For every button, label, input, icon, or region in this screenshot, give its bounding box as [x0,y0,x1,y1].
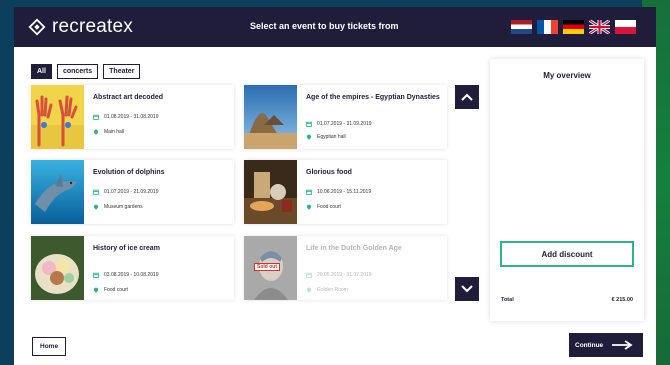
sold-out-badge: Sold out [254,263,280,271]
calendar-icon [93,272,99,278]
event-card-glorious-food[interactable]: Glorious food 10.06.2019 - 15.11.2019 Fo… [244,160,447,224]
logo-text: recreatex [52,16,134,37]
chevron-up-icon [461,93,473,101]
event-location: Egyptian hall [306,134,346,140]
event-location: Main hall [93,129,124,135]
event-location: Museum gardens [93,204,143,210]
filter-all-button[interactable]: All [31,64,52,79]
uk-flag-icon[interactable] [589,20,610,34]
scroll-down-button[interactable] [455,277,479,301]
event-title: Age of the empires - Egyptian Dynasties [306,94,440,101]
event-title: Glorious food [306,169,352,176]
event-date-range: 01.08.2019 - 31.08.2019 [104,114,159,120]
location-pin-icon [306,287,312,293]
event-date-range: 03.08.2019 - 10.08.2019 [104,272,159,278]
dutch-flag-icon[interactable] [511,20,532,34]
event-dates: 03.08.2019 - 10.08.2019 [93,272,159,278]
polish-flag-icon[interactable] [615,20,636,34]
location-pin-icon [306,204,312,210]
event-dates: 01.07.2019 - 21.09.2019 [93,189,159,195]
event-location: Food court [306,204,341,210]
overview-panel: My overview Add discount Total € 215.00 [490,59,644,321]
logo-icon [28,18,46,36]
french-flag-icon[interactable] [537,20,558,34]
arrow-right-icon [612,340,633,350]
german-flag-icon[interactable] [563,20,584,34]
event-image [244,160,297,224]
event-image [244,85,297,149]
location-pin-icon [93,287,99,293]
continue-label: Continue [575,341,604,349]
filter-theater-button[interactable]: Theater [103,64,141,79]
event-image [31,85,84,149]
event-card-dolphins[interactable]: Evolution of dolphins 01.07.2019 - 21.09… [31,160,234,224]
event-title: Abstract art decoded [93,94,164,101]
event-image [31,160,84,224]
event-date-range: 01.07.2019 - 31.09.2019 [317,121,372,127]
event-image [31,236,84,300]
total-label: Total [501,297,514,303]
calendar-icon [306,272,312,278]
location-pin-icon [93,204,99,210]
event-location-label: Golden Room [317,287,348,293]
scroll-up-button[interactable] [455,85,479,109]
home-button[interactable]: Home [32,337,67,356]
event-location-label: Food court [317,204,341,210]
event-location: Golden Room [306,287,348,293]
event-location: Food court [93,287,128,293]
chevron-down-icon [461,285,473,293]
calendar-icon [93,189,99,195]
event-card-abstract-art[interactable]: Abstract art decoded 01.08.2019 - 31.08.… [31,85,234,149]
event-image: Sold out [244,236,297,300]
calendar-icon [306,121,312,127]
event-date-range: 01.07.2019 - 21.09.2019 [104,189,159,195]
language-selector [511,20,636,34]
add-discount-button[interactable]: Add discount [500,241,634,267]
location-pin-icon [306,134,312,140]
overview-title: My overview [543,71,591,80]
event-location-label: Egyptian hall [317,134,346,140]
event-card-egyptian-dynasties[interactable]: Age of the empires - Egyptian Dynasties … [244,85,447,149]
total-value: € 215.00 [611,297,633,303]
page-title: Select an event to buy tickets from [250,21,399,31]
event-location-label: Museum gardens [104,204,143,210]
event-card-ice-cream[interactable]: History of ice cream 03.08.2019 - 10.08.… [31,236,234,300]
filter-concerts-button[interactable]: concerts [56,64,99,79]
logo: recreatex [28,16,133,38]
category-filters: All concerts Theater [31,64,141,79]
event-dates: 01.08.2019 - 31.08.2019 [93,114,159,120]
event-title: Life in the Dutch Golden Age [306,245,402,252]
event-card-dutch-golden-age[interactable]: Sold out Life in the Dutch Golden Age 20… [244,236,447,300]
event-title: History of ice cream [93,245,160,252]
event-dates: 20.05.2019 - 31.07.2019 [306,272,372,278]
event-location-label: Food court [104,287,128,293]
event-title: Evolution of dolphins [93,169,165,176]
event-date-range: 20.05.2019 - 31.07.2019 [317,272,372,278]
continue-button[interactable]: Continue [569,333,643,357]
event-date-range: 10.06.2019 - 15.11.2019 [317,189,372,195]
kiosk-screen: recreatex Select an event to buy tickets… [14,7,656,365]
event-dates: 01.07.2019 - 31.09.2019 [306,121,372,127]
event-location-label: Main hall [104,129,125,135]
header-bar: recreatex Select an event to buy tickets… [14,7,656,47]
calendar-icon [93,114,99,120]
calendar-icon [306,189,312,195]
location-pin-icon [93,129,99,135]
event-dates: 10.06.2019 - 15.11.2019 [306,189,371,195]
